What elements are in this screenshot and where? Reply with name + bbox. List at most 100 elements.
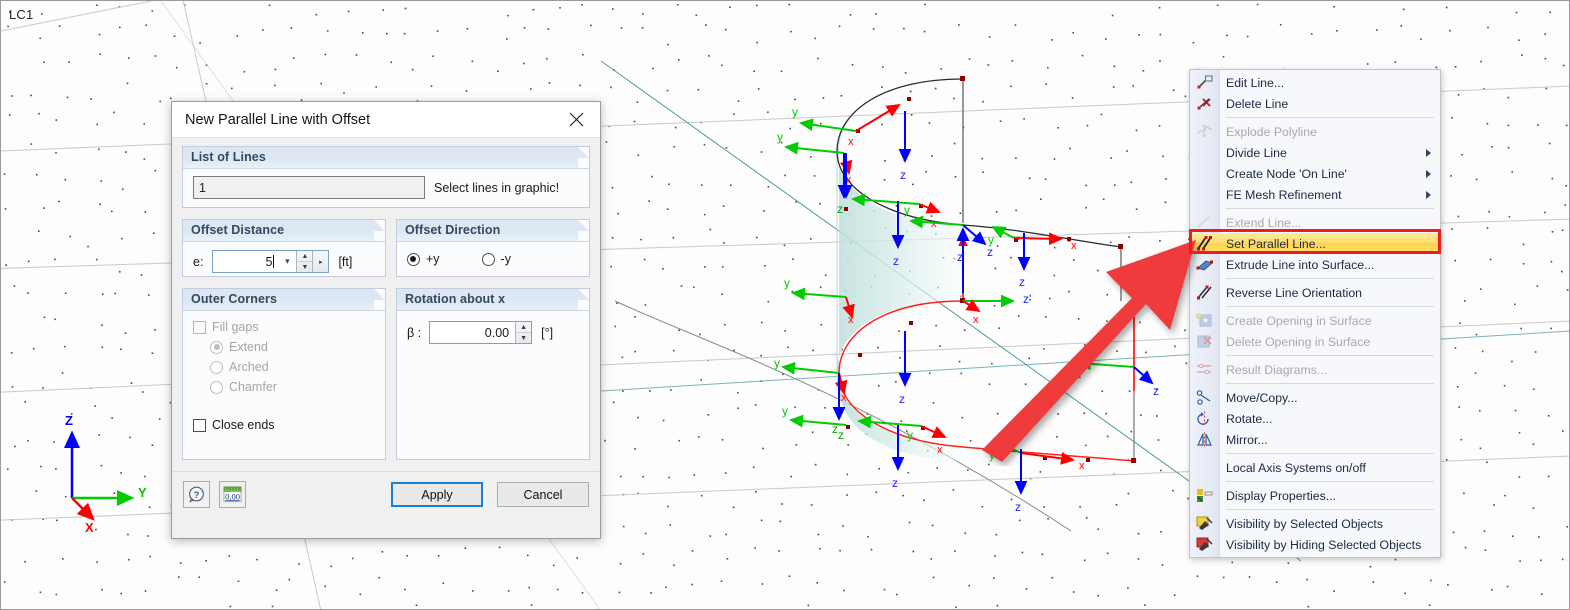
menu-separator (1226, 208, 1434, 209)
menu-item-visibility-by-selected-objects[interactable]: Visibility by Selected Objects (1190, 513, 1440, 534)
svg-text:x: x (931, 218, 937, 230)
menu-item-extrude-line-into-surface[interactable]: Extrude Line into Surface... (1190, 254, 1440, 275)
menu-item-label: Set Parallel Line... (1226, 236, 1326, 251)
display-properties-icon (1190, 485, 1219, 506)
svg-text:y: y (774, 356, 780, 370)
menu-item-label: Create Opening in Surface (1226, 313, 1372, 328)
svg-text:Z: Z (65, 413, 73, 428)
result-diagrams-icon (1190, 359, 1219, 380)
menu-item-edit-line[interactable]: Edit Line... (1190, 72, 1440, 93)
outer-corners-group: Outer Corners Fill gaps Extend Arched Ch… (182, 288, 386, 460)
menu-item-visibility-by-hiding-selected-objects[interactable]: Visibility by Hiding Selected Objects (1190, 534, 1440, 555)
menu-item-mirror[interactable]: Mirror... (1190, 429, 1440, 450)
model-boundary-curves (614, 300, 1072, 532)
svg-text:z: z (1153, 384, 1159, 398)
explode-polyline-icon (1190, 121, 1219, 142)
svg-text:y: y (784, 276, 790, 290)
line-context-menu[interactable]: Edit Line... Delete Line Explode Polyline D… (1189, 69, 1441, 558)
extend-line-icon (1190, 212, 1219, 233)
menu-item-label: Extend Line... (1226, 215, 1302, 230)
menu-item-fe-mesh-refinement[interactable]: FE Mesh Refinement (1190, 184, 1440, 205)
svg-text:x: x (841, 392, 847, 404)
svg-text:y: y (907, 428, 913, 442)
menu-item-no-icon (1190, 184, 1219, 205)
offset-distance-input[interactable]: 5 ▾ ▲ ▼ ▸ (212, 250, 330, 273)
menu-item-divide-line[interactable]: Divide Line (1190, 142, 1440, 163)
spinner-buttons[interactable]: ▲ ▼ (296, 251, 313, 272)
menu-item-rotate[interactable]: Rotate... (1190, 408, 1440, 429)
menu-item-create-node-on-line[interactable]: Create Node 'On Line' (1190, 163, 1440, 184)
menu-item-label: Delete Opening in Surface (1226, 334, 1371, 349)
svg-text:z: z (893, 254, 899, 268)
load-arrow-z: z (1017, 233, 1031, 289)
svg-text:x: x (1079, 460, 1085, 472)
radio-indicator (210, 340, 223, 354)
close-ends-checkbox[interactable]: Close ends (193, 418, 375, 432)
pick-from-graphic-button[interactable]: ▸ (312, 251, 329, 272)
menu-separator (1226, 306, 1434, 307)
close-icon[interactable] (554, 103, 598, 137)
units-format-icon[interactable]: 0,00 (219, 481, 246, 508)
corner-option-arched[interactable]: Arched (210, 360, 375, 374)
menu-item-local-axis-systems-on-off[interactable]: Local Axis Systems on/off (1190, 457, 1440, 478)
application-window: x y z x y z x y z z z x y z x y x y z z … (0, 0, 1570, 610)
fill-gaps-checkbox[interactable]: Fill gaps (193, 320, 375, 334)
vertical-member-red (958, 235, 1139, 391)
menu-item-no-icon (1190, 163, 1219, 184)
checkbox-indicator (193, 320, 206, 334)
corner-option-chamfer-label: Chamfer (229, 380, 277, 394)
menu-separator (1226, 278, 1434, 279)
offset-direction-minus-y[interactable]: -y (481, 252, 511, 266)
delete-opening-icon (1190, 331, 1219, 352)
svg-text:z: z (899, 392, 905, 406)
menu-item-label: Result Diagrams... (1226, 362, 1328, 377)
offset-distance-unit: [ft] (338, 254, 353, 269)
menu-separator (1226, 481, 1434, 482)
submenu-chevron-right-icon (1426, 149, 1431, 157)
corner-option-chamfer[interactable]: Chamfer (210, 380, 375, 394)
corner-option-extend[interactable]: Extend (210, 340, 375, 354)
svg-text:x: x (848, 314, 854, 326)
offset-distance-legend: Offset Distance (191, 223, 285, 237)
rotation-unit: [°] (541, 325, 554, 340)
offset-direction-plus-y[interactable]: +y (406, 252, 440, 266)
menu-item-delete-opening-in-surface: Delete Opening in Surface (1190, 331, 1440, 352)
corner-option-arched-label: Arched (229, 360, 269, 374)
menu-item-move-copy[interactable]: Move/Copy... (1190, 387, 1440, 408)
svg-text:z: z (892, 476, 898, 490)
rotation-label: β : (406, 325, 422, 340)
radio-indicator (406, 252, 420, 266)
menu-item-reverse-line-orientation[interactable]: Reverse Line Orientation (1190, 282, 1440, 303)
menu-item-display-properties[interactable]: Display Properties... (1190, 485, 1440, 506)
load-arrow-z: z (898, 331, 912, 406)
offset-direction-legend: Offset Direction (404, 223, 501, 237)
offset-direction-minus-y-label: -y (500, 252, 511, 266)
set-parallel-line-icon (1190, 233, 1219, 254)
offset-distance-group: Offset Distance e: 5 ▾ ▲ ▼ ▸ [ft] (182, 219, 386, 277)
cancel-button[interactable]: Cancel (497, 482, 589, 507)
svg-text:z: z (900, 168, 906, 182)
chevron-down-icon[interactable]: ▾ (278, 251, 297, 272)
spinner-buttons[interactable]: ▲ ▼ (515, 322, 532, 343)
rotation-input[interactable]: 0.00 ▲ ▼ (429, 321, 533, 344)
svg-text:y: y (777, 130, 783, 144)
local-axis-system: z (1077, 357, 1159, 398)
text-caret (273, 255, 275, 268)
load-arrow-z: z (1014, 449, 1028, 514)
menu-item-set-parallel-line[interactable]: Set Parallel Line... (1190, 233, 1440, 254)
svg-text:z: z (837, 202, 843, 216)
list-of-lines-legend: List of Lines (191, 150, 266, 164)
menu-item-delete-line[interactable]: Delete Line (1190, 93, 1440, 114)
rotate-icon (1190, 408, 1219, 429)
move-copy-icon (1190, 387, 1219, 408)
menu-item-label: Local Axis Systems on/off (1226, 460, 1366, 475)
menu-item-extend-line: Extend Line... (1190, 212, 1440, 233)
visibility-selected-icon (1190, 513, 1219, 534)
local-axis-systems: x y z x y z x y z z z x y z x y x y z z … (774, 103, 1159, 514)
svg-text:z: z (957, 250, 963, 264)
apply-button[interactable]: Apply (391, 482, 483, 507)
list-of-lines-input[interactable]: 1 (193, 176, 425, 199)
submenu-chevron-right-icon (1426, 191, 1431, 199)
help-question-icon[interactable]: ? (183, 481, 210, 508)
new-parallel-line-dialog[interactable]: New Parallel Line with Offset List of Li… (171, 101, 601, 539)
